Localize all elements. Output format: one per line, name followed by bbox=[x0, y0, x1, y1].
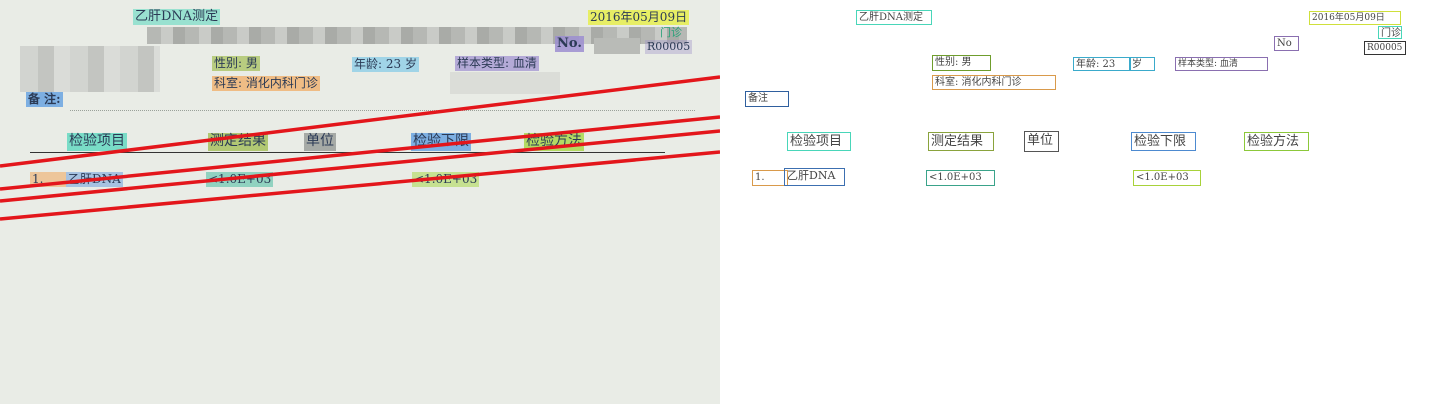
annot-department: 科室: 消化内科门诊 bbox=[932, 75, 1056, 90]
annot-no-label: No bbox=[1274, 36, 1299, 51]
annot-row-index: 1. bbox=[752, 170, 788, 186]
annot-age-unit: 岁 bbox=[1129, 57, 1155, 71]
annot-title: 乙肝DNA测定 bbox=[856, 10, 932, 25]
annot-sample-type: 样本类型: 血清 bbox=[1175, 57, 1268, 71]
annot-age: 年龄: 23 bbox=[1073, 57, 1131, 71]
annot-header-lower: 检验下限 bbox=[1131, 132, 1196, 151]
annot-dept-type: 门诊 bbox=[1378, 26, 1402, 39]
annot-no-value: R00005 bbox=[1364, 41, 1406, 55]
annot-header-method: 检验方法 bbox=[1244, 132, 1309, 151]
annot-gender: 性别: 男 bbox=[932, 55, 991, 71]
annot-date: 2016年05月09日 bbox=[1309, 11, 1401, 25]
annot-header-unit: 单位 bbox=[1024, 131, 1059, 152]
annot-remark: 备注 bbox=[745, 91, 789, 107]
document-photo-panel: 乙肝DNA测定 2016年05月09日 门诊 No. R00005 性别: 男 … bbox=[0, 0, 720, 404]
red-strike-lines bbox=[0, 75, 720, 221]
annot-row-item: 乙肝DNA bbox=[784, 168, 845, 186]
annot-header-result: 测定结果 bbox=[928, 132, 994, 151]
annotation-panel: 乙肝DNA测定 2016年05月09日 门诊 No R00005 性别: 男 年… bbox=[720, 0, 1440, 404]
strike-line bbox=[0, 129, 720, 203]
strike-line bbox=[0, 150, 720, 221]
annot-row-result: <1.0E+03 bbox=[926, 170, 995, 186]
annot-header-item: 检验项目 bbox=[787, 132, 851, 151]
annot-row-lower: <1.0E+03 bbox=[1133, 170, 1201, 186]
